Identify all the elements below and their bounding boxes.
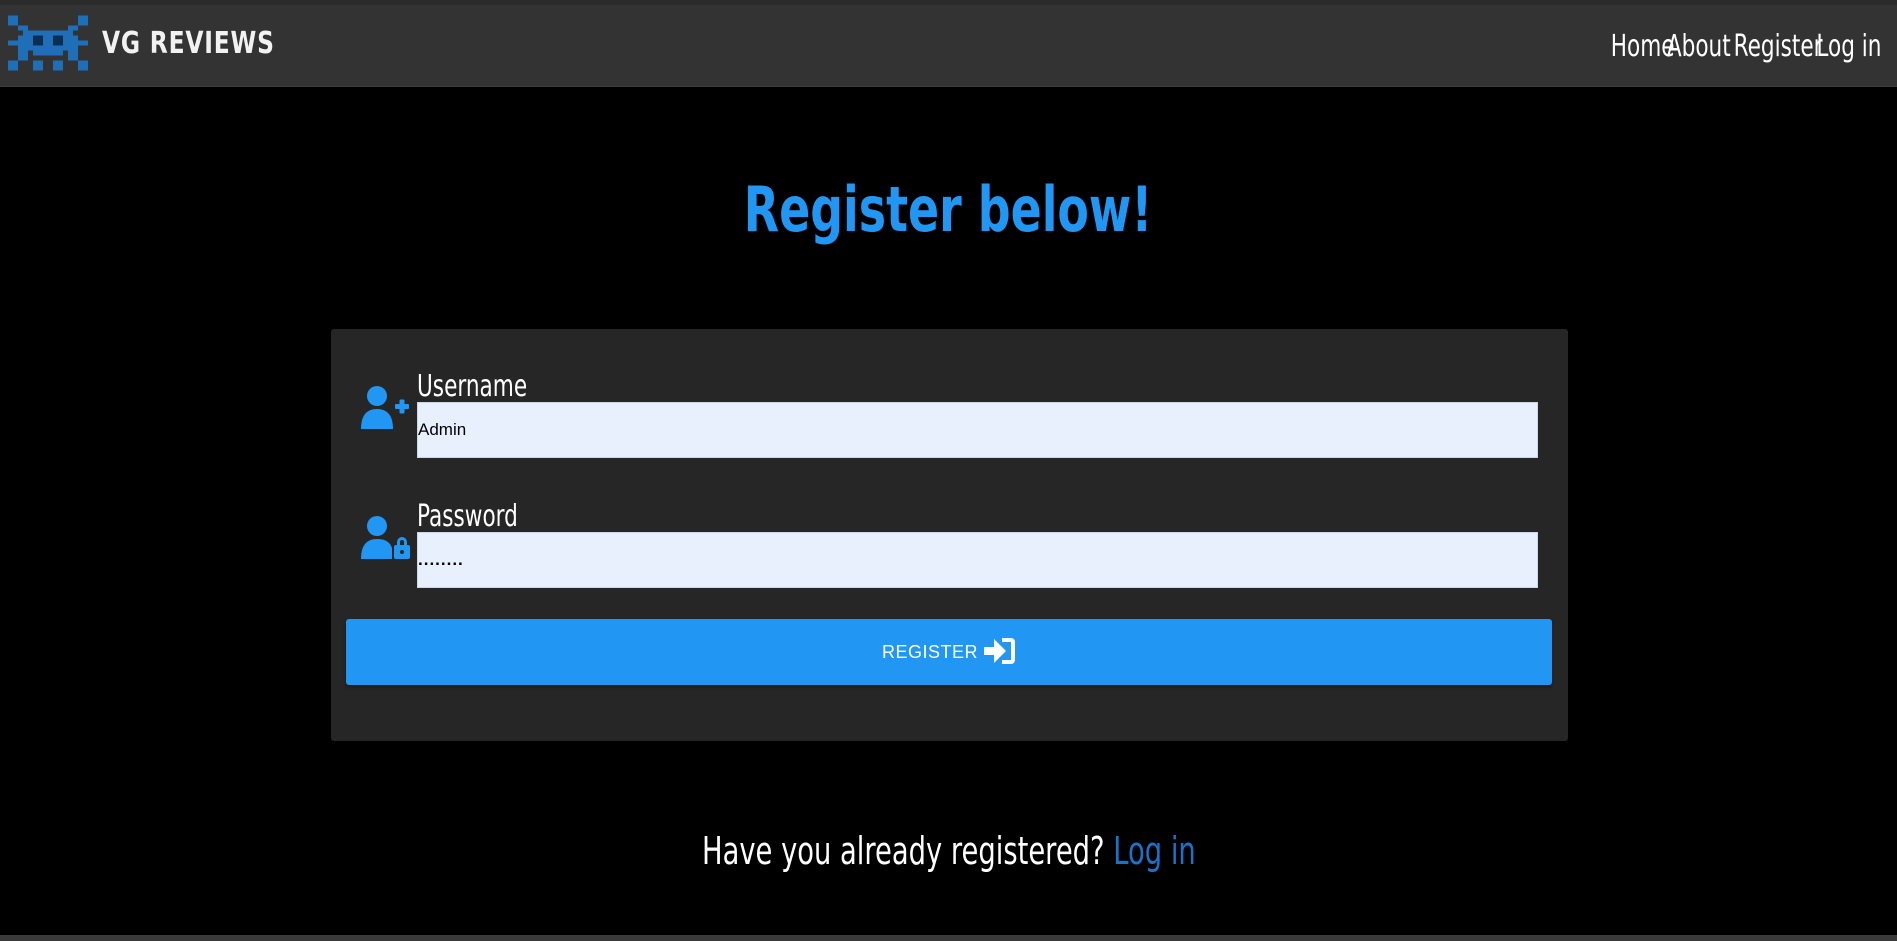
nav-link-home[interactable]: Home: [1611, 29, 1675, 64]
brand-name: VG REVIEWS: [102, 25, 275, 61]
nav-links: Home About Register Log in: [1590, 21, 1881, 71]
login-link[interactable]: Log in: [1113, 829, 1196, 873]
page-title: Register below!: [0, 170, 1897, 250]
password-label: Password: [417, 499, 518, 534]
nav-link-login[interactable]: Log in: [1816, 29, 1881, 64]
register-form: Username Password REGISTER: [331, 329, 1568, 741]
brand[interactable]: VG REVIEWS: [8, 15, 323, 71]
password-input[interactable]: [417, 532, 1538, 588]
space-invader-icon: [8, 15, 88, 71]
login-prompt-question: Have you already registered?: [701, 829, 1105, 873]
navbar: VG REVIEWS Home About Register Log in: [0, 5, 1897, 87]
window-bottom-border: [0, 935, 1897, 941]
page-title-text: Register below!: [744, 173, 1153, 246]
username-label: Username: [417, 369, 528, 404]
user-plus-icon: [359, 385, 411, 429]
nav-link-register[interactable]: Register: [1734, 29, 1823, 64]
username-input[interactable]: [417, 402, 1538, 458]
register-button[interactable]: REGISTER: [346, 619, 1552, 685]
register-button-label: REGISTER: [881, 641, 978, 662]
login-prompt: Have you already registered? Log in: [0, 826, 1897, 876]
user-lock-icon: [359, 515, 411, 559]
nav-link-about[interactable]: About: [1667, 29, 1731, 64]
sign-in-icon: [978, 637, 1016, 668]
